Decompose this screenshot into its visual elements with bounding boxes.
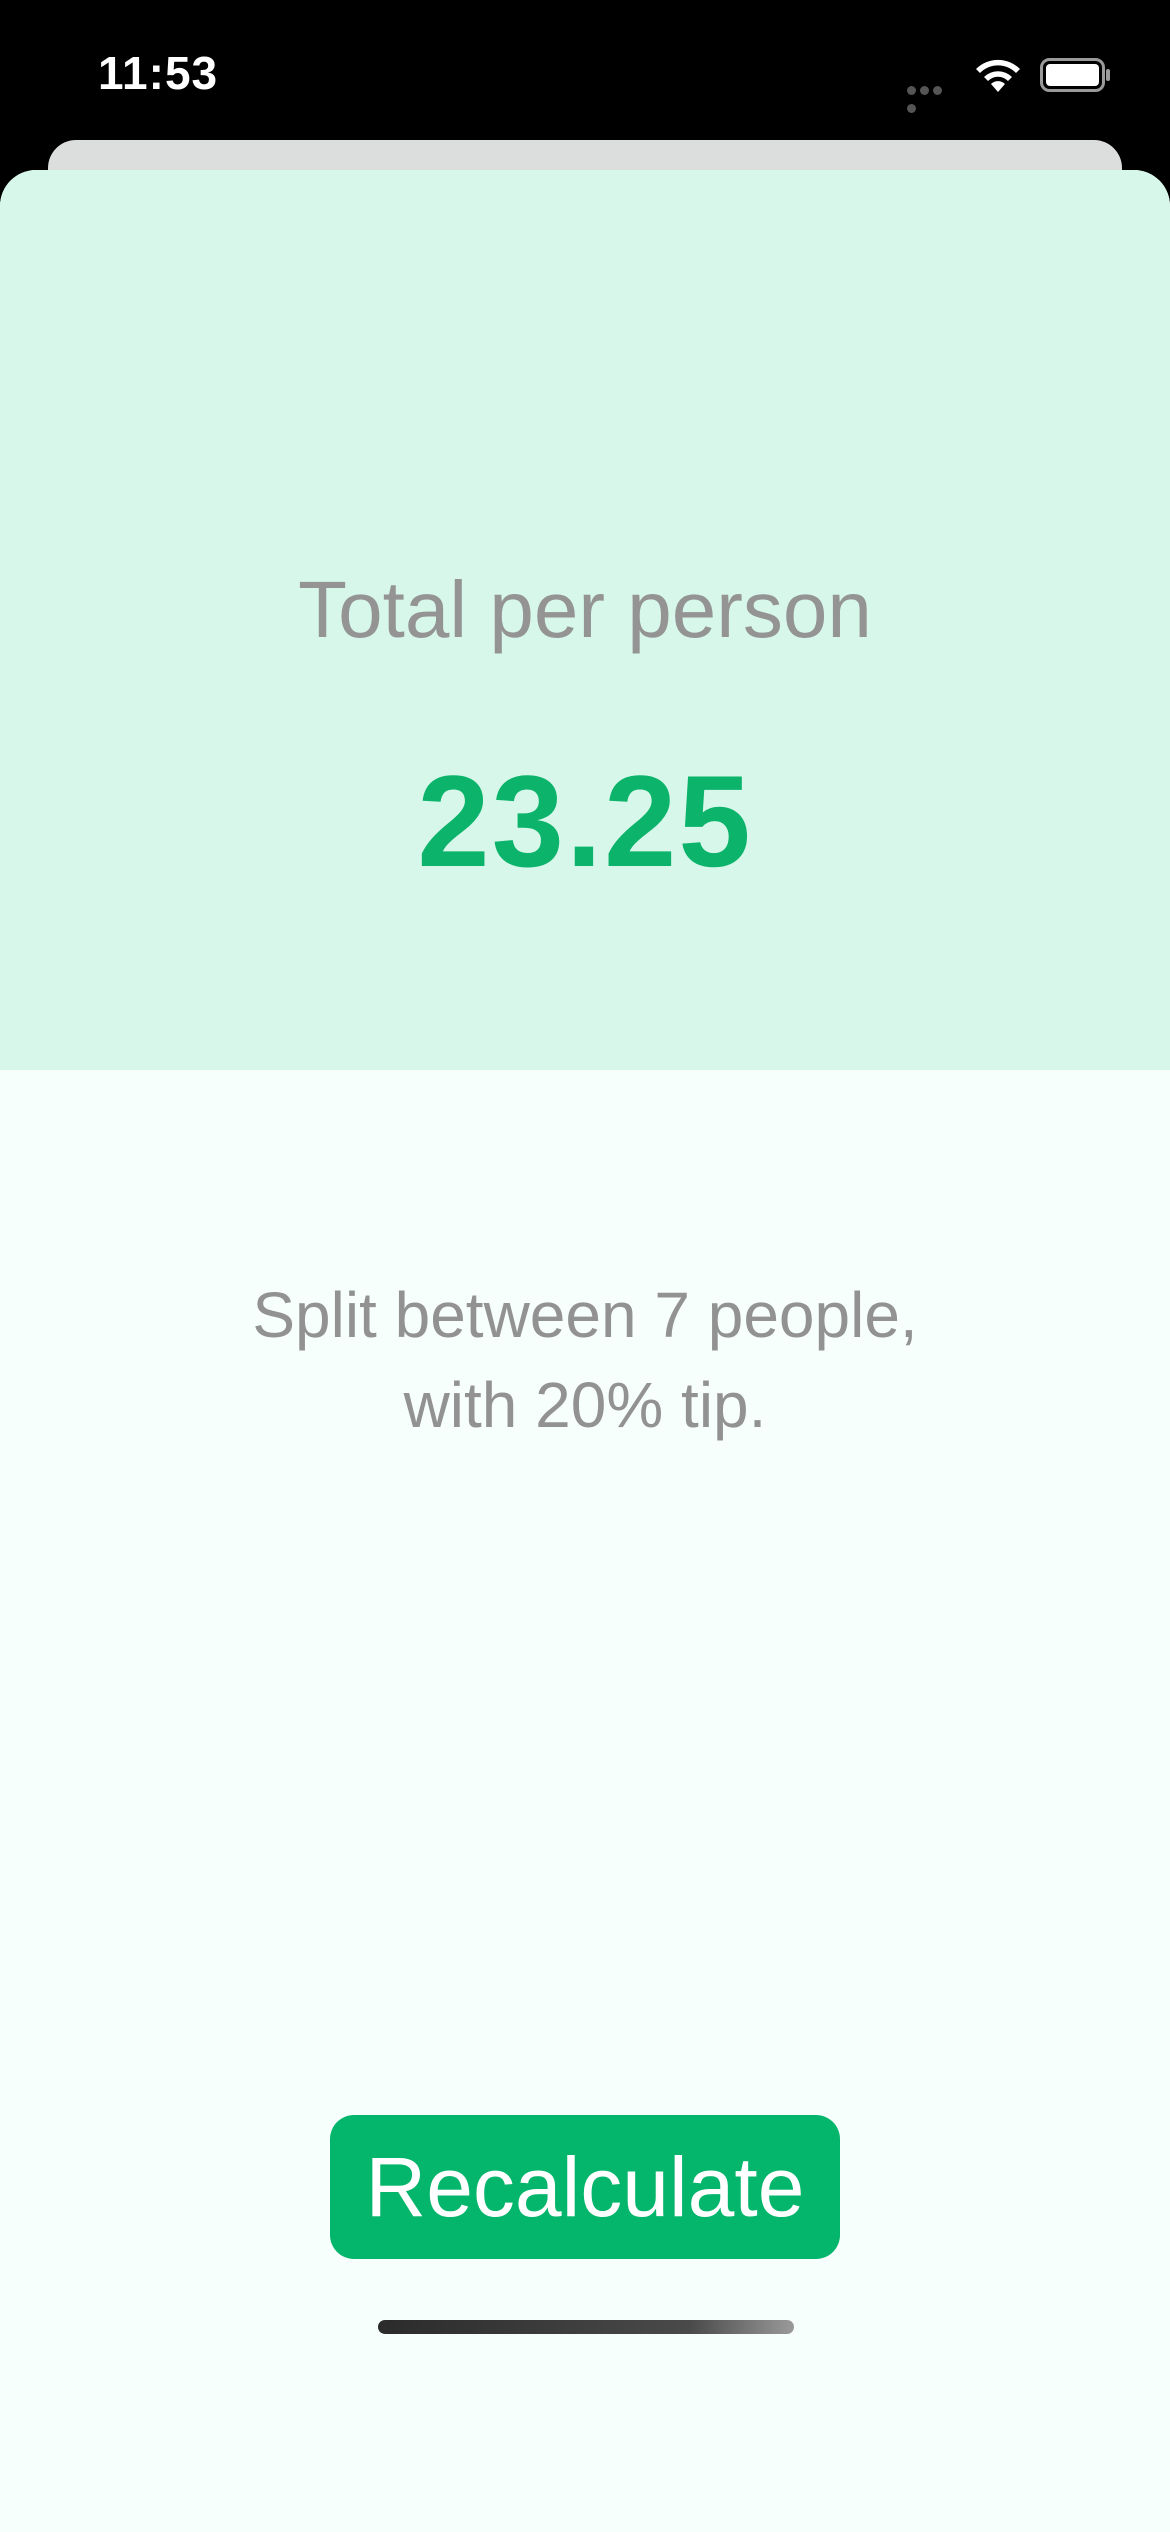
recalculate-button[interactable]: Recalculate (330, 2115, 840, 2259)
status-time: 11:53 (98, 47, 219, 99)
split-summary-line-1: Split between 7 people, (252, 1279, 918, 1351)
battery-icon (1040, 58, 1110, 92)
wifi-icon (976, 59, 1020, 92)
status-bar: 11:53 (0, 0, 1170, 150)
total-panel: Total per person 23.25 (0, 170, 1170, 1070)
home-indicator[interactable] (378, 2320, 794, 2334)
split-summary: Split between 7 people, with 20% tip. (100, 1270, 1070, 1450)
signal-dots-icon (907, 82, 957, 113)
total-per-person-value: 23.25 (417, 748, 753, 894)
split-summary-line-2: with 20% tip. (403, 1369, 767, 1441)
total-per-person-label: Total per person (298, 565, 872, 654)
